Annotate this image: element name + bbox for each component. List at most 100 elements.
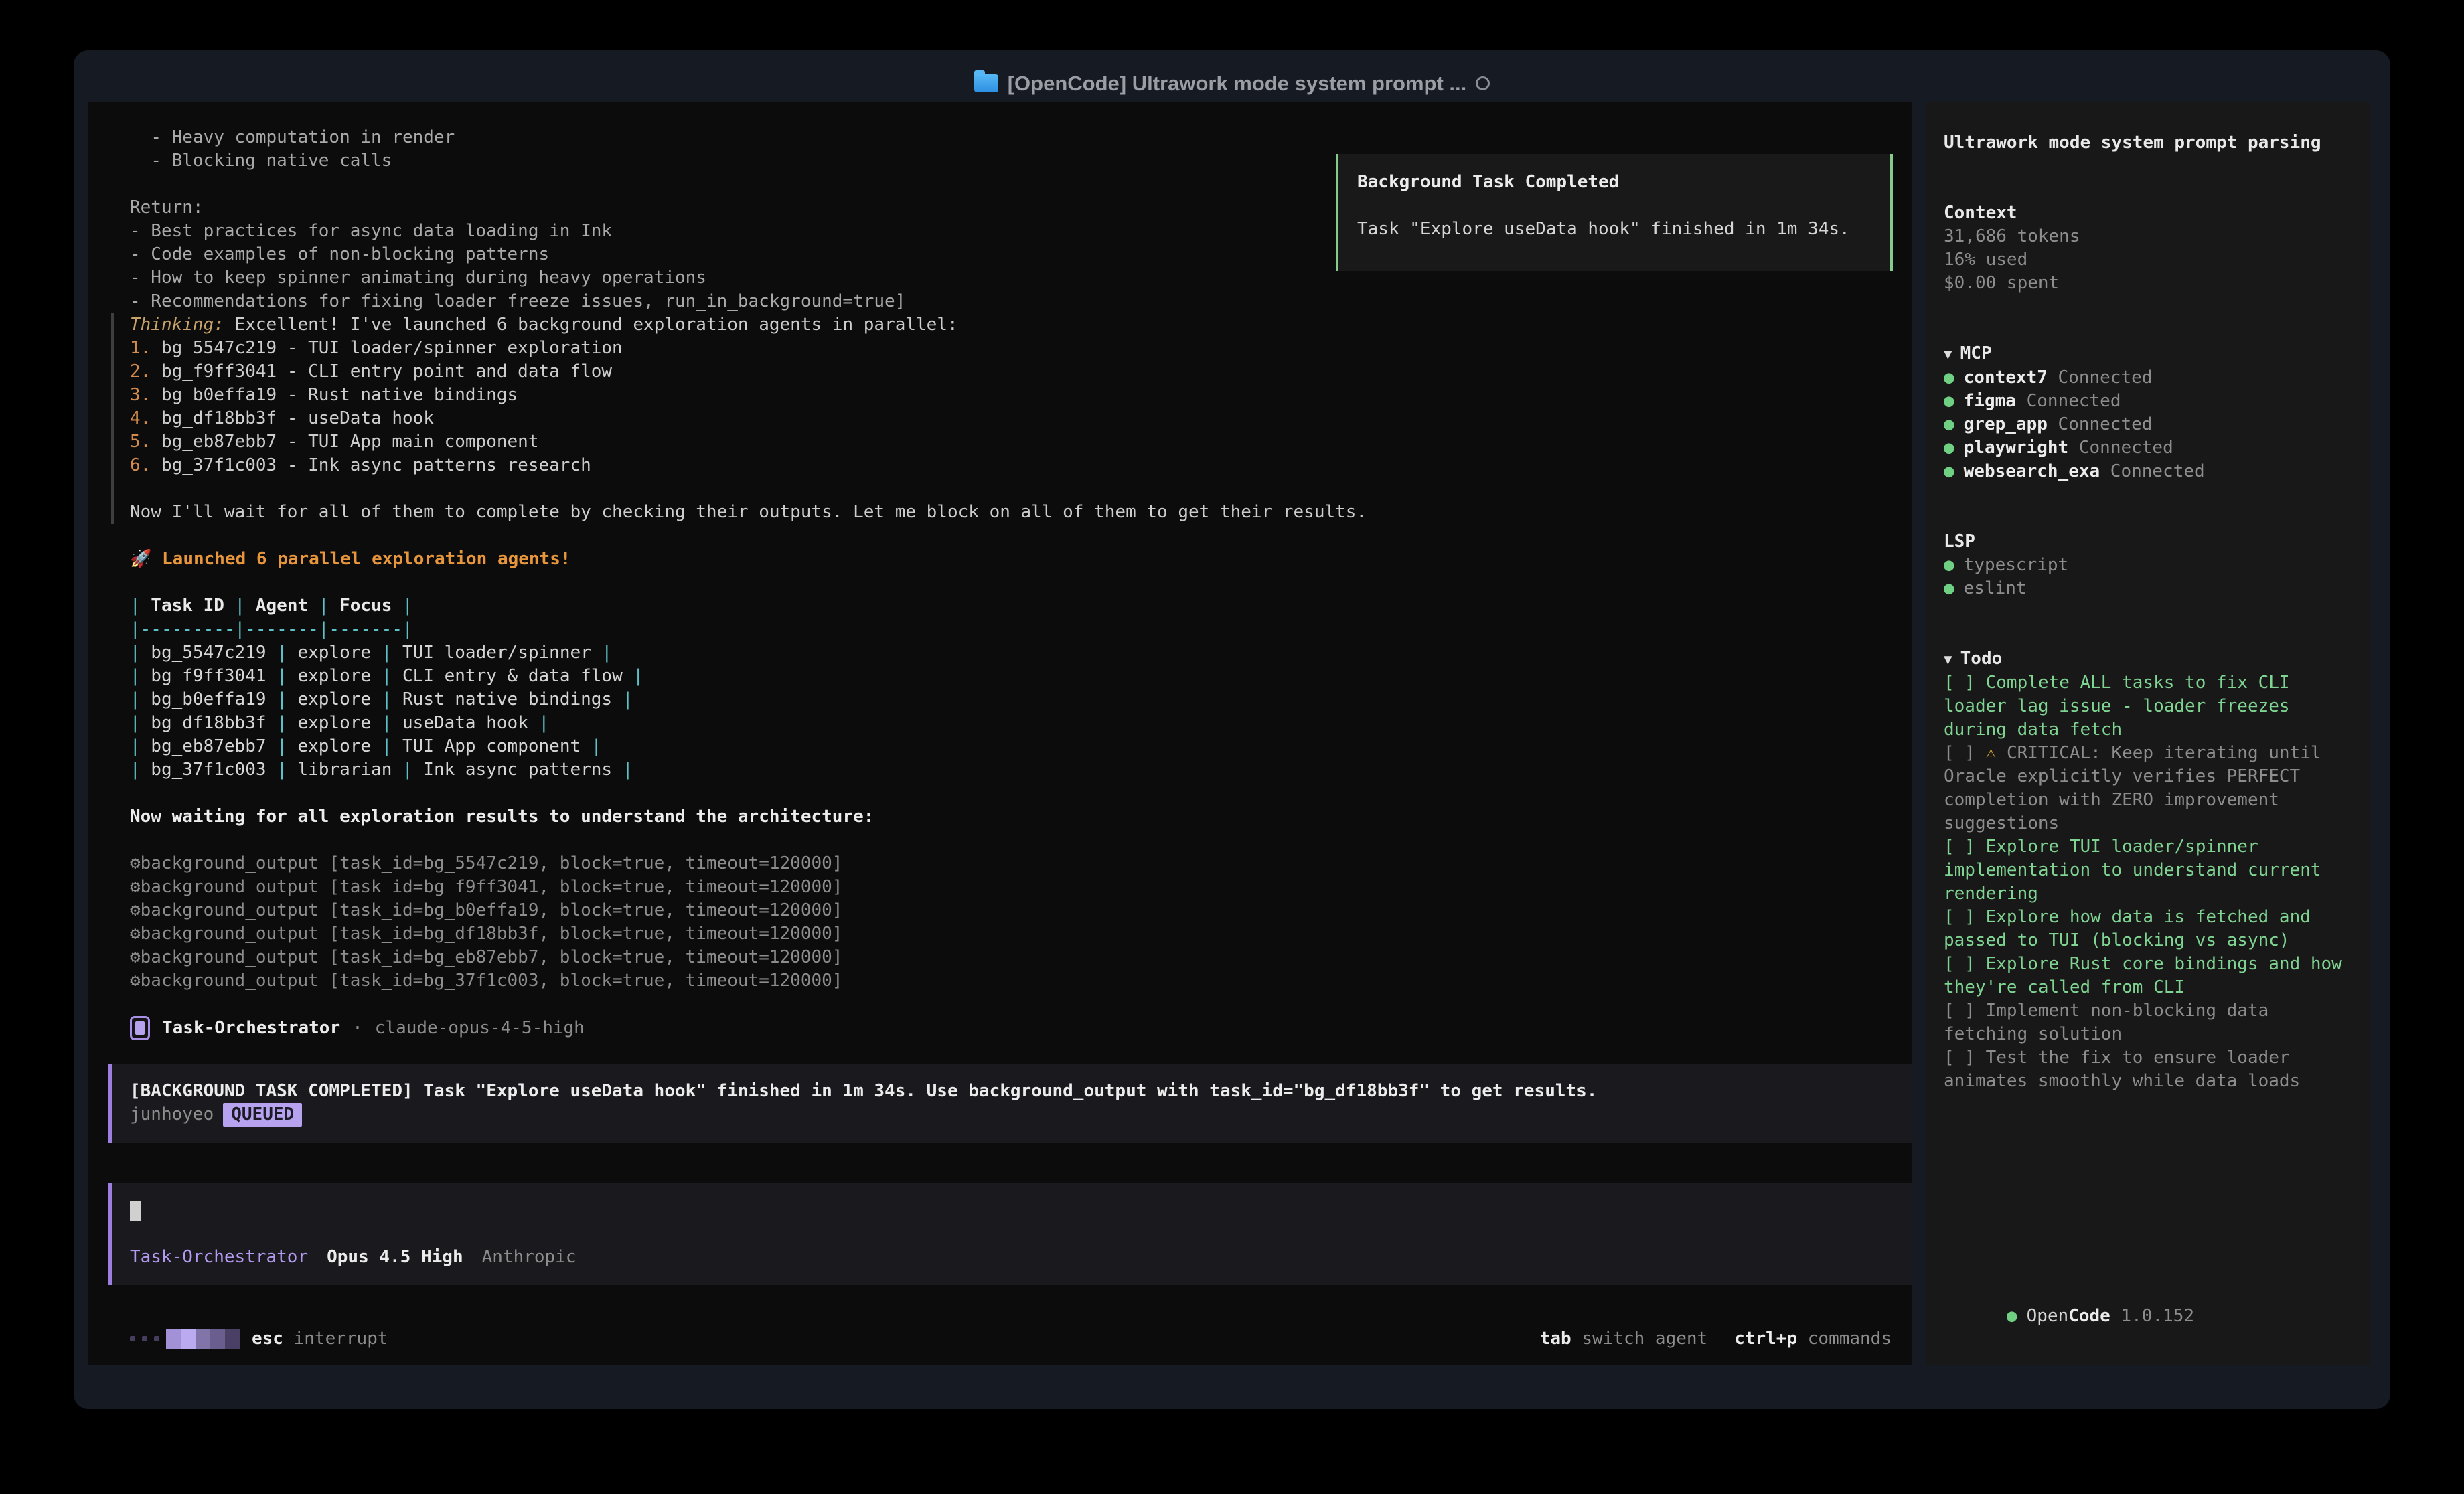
background-completed-block: [BACKGROUND TASK COMPLETED] Task "Explor… (108, 1064, 1912, 1143)
blank-line (130, 571, 1892, 594)
spacer (1944, 295, 2353, 342)
input-model-name[interactable]: Opus 4.5 High (327, 1246, 463, 1269)
agent-task-item: 4. bg_df18bb3f - useData hook (130, 407, 1892, 430)
sidebar-footer: ●OpenCode 1.0.152 (1944, 1281, 2353, 1351)
username: junhoyeo (130, 1104, 214, 1125)
table-pipe: | (633, 666, 643, 686)
proxy-circle-icon (1476, 76, 1490, 90)
task-number: 4. (130, 408, 161, 428)
todo-item: [ ] ⚠ CRITICAL: Keep iterating until Ora… (1944, 742, 2353, 835)
mcp-server-name: grep_app (1964, 414, 2048, 434)
status-dot-icon: ● (2007, 1306, 2017, 1326)
table-pipe: | (319, 596, 329, 616)
todo-checkbox: [ ] (1944, 954, 1986, 974)
table-pipe: | (130, 689, 141, 710)
todo-item: [ ] Implement non-blocking data fetching… (1944, 999, 2353, 1046)
rocket-icon: 🚀 (130, 549, 151, 569)
tool-call-text: background_output [task_id=bg_5547c219, … (141, 853, 843, 874)
table-cell: Ink async patterns (413, 760, 623, 780)
table-row: | bg_37f1c003 | librarian | Ink async pa… (130, 758, 1892, 782)
ctrlp-hint: ctrl+p commands (1734, 1327, 1892, 1351)
transcript-line: - Heavy computation in render (130, 126, 1892, 149)
chevron-down-icon: ▼ (1944, 651, 1952, 667)
completed-message: [BACKGROUND TASK COMPLETED] Task "Explor… (130, 1080, 1892, 1103)
lsp-server-name: typescript (1964, 555, 2069, 575)
context-stat-line: 16% used (1944, 248, 2353, 272)
task-number: 1. (130, 338, 161, 358)
prompt-input-area[interactable]: Task-Orchestrator Opus 4.5 High Anthropi… (108, 1183, 1912, 1285)
toast-body: Task "Explore useData hook" finished in … (1357, 218, 1871, 241)
todo-checkbox: [ ] (1944, 1001, 1986, 1021)
thinking-block: Thinking: Excellent! I've launched 6 bac… (111, 313, 1892, 524)
task-text: bg_df18bb3f - useData hook (161, 408, 434, 428)
table-pipe: | (277, 713, 287, 733)
thinking-wait-line: Now I'll wait for all of them to complet… (130, 501, 1892, 524)
lsp-server-list: ● typescript●eslint (1944, 554, 2353, 600)
tool-call-line: ⚙background_output [task_id=bg_b0effa19,… (130, 899, 1892, 922)
table-row: | bg_5547c219 | explore | TUI loader/spi… (130, 641, 1892, 665)
mcp-server-row: ●websearch_exa Connected (1944, 460, 2353, 483)
window-title: [OpenCode] Ultrawork mode system prompt … (1008, 72, 1467, 96)
todo-section-header[interactable]: ▼Todo (1944, 647, 2353, 671)
tool-call-line: ⚙background_output [task_id=bg_df18bb3f,… (130, 922, 1892, 946)
todo-checkbox: [ ] (1944, 743, 1986, 763)
mcp-server-row: ●grep_app Connected (1944, 413, 2353, 436)
app-window: [OpenCode] Ultrawork mode system prompt … (74, 50, 2390, 1409)
mcp-server-status: Connected (2048, 367, 2153, 388)
tool-call-text: background_output [task_id=bg_df18bb3f, … (141, 924, 843, 944)
launch-line: 🚀 Launched 6 parallel exploration agents… (130, 548, 1892, 571)
table-cell: bg_df18bb3f (141, 713, 277, 733)
context-stats: 31,686 tokens16% used$0.00 spent (1944, 225, 2353, 295)
table-pipe: | (130, 666, 141, 686)
table-cell: explore (287, 713, 382, 733)
table-pipe: | (539, 713, 550, 733)
gear-icon: ⚙ (130, 924, 141, 944)
status-dot-icon: ● (1944, 461, 1954, 481)
agent-avatar-icon (130, 1016, 150, 1040)
agent-task-item: 5. bg_eb87ebb7 - TUI App main component (130, 430, 1892, 454)
mcp-section-header[interactable]: ▼MCP (1944, 342, 2353, 366)
status-dot-icon: ● (1944, 555, 1954, 575)
brand-open: Open (2027, 1306, 2069, 1326)
table-header-cell: Task ID (141, 596, 235, 616)
todo-checkbox: [ ] (1944, 1048, 1986, 1068)
todo-list: [ ] Complete ALL tasks to fix CLI loader… (1944, 671, 2353, 1093)
gear-icon: ⚙ (130, 853, 141, 874)
status-dot-icon: ● (1944, 414, 1954, 434)
titlebar: [OpenCode] Ultrawork mode system prompt … (74, 50, 2390, 102)
table-separator-row: |---------|-------|-------| (130, 618, 1892, 641)
table-cell: explore (287, 666, 382, 686)
agent-task-list: 1. bg_5547c219 - TUI loader/spinner expl… (130, 337, 1892, 477)
app-version (2110, 1306, 2121, 1326)
working-spinner (130, 1329, 240, 1349)
todo-text: Explore TUI loader/spinner implementatio… (1944, 837, 2331, 904)
lsp-server-row: ●eslint (1944, 577, 2353, 600)
task-number: 5. (130, 432, 161, 452)
version-number: 1.0.152 (2121, 1306, 2194, 1326)
todo-item: [ ] Explore how data is fetched and pass… (1944, 906, 2353, 952)
background-task-toast[interactable]: Background Task Completed Task "Explore … (1336, 154, 1893, 271)
lsp-server-row: ● typescript (1944, 554, 2353, 577)
blank-line (130, 477, 1892, 501)
mcp-server-row: ●context7 Connected (1944, 366, 2353, 390)
table-cell: CLI entry & data flow (392, 666, 633, 686)
todo-text: Test the fix to ensure loader animates s… (1944, 1048, 2300, 1091)
agent-task-item: 2. bg_f9ff3041 - CLI entry point and dat… (130, 360, 1892, 384)
mcp-heading: MCP (1960, 343, 1992, 363)
table-cell: useData hook (392, 713, 538, 733)
main-status-bar: esc interrupt tab switch agent ctrl+p co… (130, 1326, 1892, 1351)
terminal-main-panel: - Heavy computation in render - Blocking… (88, 102, 1912, 1365)
input-agent-name[interactable]: Task-Orchestrator (130, 1246, 308, 1269)
todo-checkbox: [ ] (1944, 907, 1986, 927)
table-pipe: | (382, 643, 392, 663)
mcp-server-name: websearch_exa (1964, 461, 2100, 481)
mcp-server-row: ●figma Connected (1944, 390, 2353, 413)
agent-selector-row[interactable]: Task-Orchestrator Opus 4.5 High Anthropi… (130, 1246, 1892, 1269)
input-line[interactable] (130, 1199, 1892, 1222)
waiting-line: Now waiting for all exploration results … (130, 805, 1892, 829)
spacer (130, 1143, 1892, 1183)
agent-task-item: 3. bg_b0effa19 - Rust native bindings (130, 384, 1892, 407)
context-stat-line: $0.00 spent (1944, 272, 2353, 295)
table-header-cell: Agent (245, 596, 319, 616)
table-cell: Rust native bindings (392, 689, 622, 710)
